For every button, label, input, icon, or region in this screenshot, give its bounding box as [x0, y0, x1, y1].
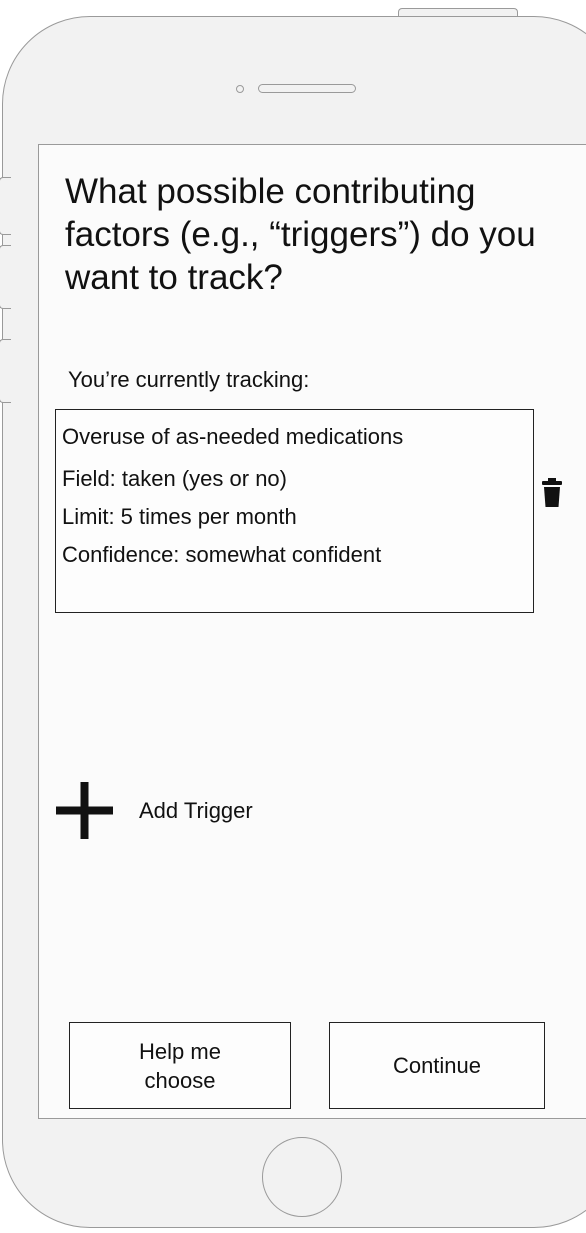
home-button[interactable]: [262, 1137, 342, 1217]
front-camera-icon: [236, 85, 244, 93]
continue-button[interactable]: Continue: [329, 1022, 545, 1109]
add-trigger-button[interactable]: Add Trigger: [52, 777, 312, 841]
tracked-factor-field: Field: taken (yes or no): [62, 466, 287, 491]
continue-label: Continue: [392, 1053, 482, 1078]
add-trigger-label: Add Trigger: [139, 798, 253, 823]
help-me-choose-button[interactable]: Help me choose: [69, 1022, 291, 1109]
tracked-factor-name: Overuse of as-needed medications: [62, 424, 404, 449]
mute-switch: [0, 177, 11, 235]
trash-icon[interactable]: [541, 478, 563, 508]
page-title: What possible contributing factors (e.g.…: [65, 172, 536, 297]
tracking-label: You’re currently tracking:: [68, 367, 310, 392]
volume-down-button: [0, 339, 11, 403]
tracked-factor-limit: Limit: 5 times per month: [62, 504, 297, 529]
volume-up-button: [0, 245, 11, 309]
phone-mockup: What possible contributing factors (e.g.…: [0, 0, 586, 1233]
tracked-factor-confidence: Confidence: somewhat confident: [62, 542, 382, 567]
speaker-grille: [258, 84, 356, 93]
help-me-choose-label: Help me choose: [139, 1038, 221, 1093]
plus-icon: [56, 782, 113, 839]
